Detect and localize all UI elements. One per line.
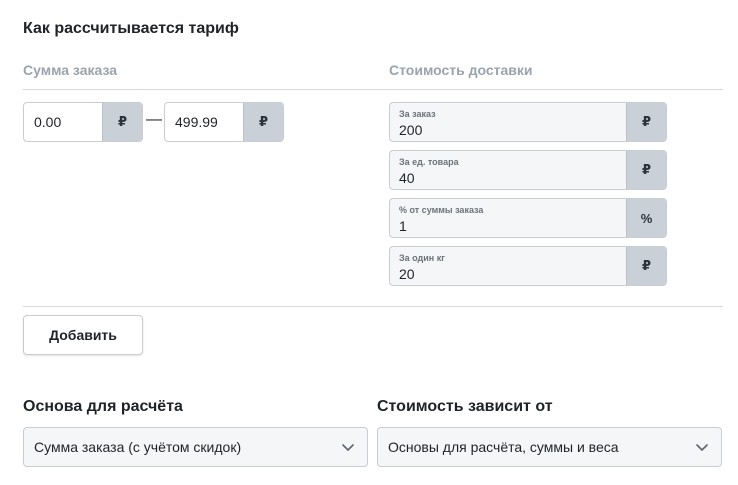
add-button[interactable]: Добавить (23, 315, 143, 355)
divider-bottom (23, 306, 723, 307)
cost-per-kg-field[interactable]: За один кг 20 ₽ (389, 246, 667, 286)
ruble-addon: ₽ (626, 151, 666, 189)
chevron-down-icon (696, 444, 708, 451)
depends-select-value: Основы для расчёта, суммы и веса (388, 439, 619, 455)
section-title: Как рассчитывается тариф (23, 20, 239, 37)
percent-addon: % (626, 199, 666, 237)
cost-per-item-field[interactable]: За ед. товара 40 ₽ (389, 150, 667, 190)
range-separator: — (146, 111, 162, 128)
delivery-cost-header: Стоимость доставки (389, 62, 533, 78)
cost-per-kg-body[interactable]: За один кг 20 (390, 247, 626, 285)
cost-per-kg-label: За один кг (399, 253, 445, 263)
cost-per-kg-value[interactable]: 20 (399, 266, 415, 282)
ruble-addon: ₽ (626, 247, 666, 285)
order-sum-header: Сумма заказа (23, 62, 118, 78)
order-sum-from-value[interactable]: 0.00 (24, 103, 102, 141)
cost-per-order-field[interactable]: За заказ 200 ₽ (389, 102, 667, 142)
ruble-addon: ₽ (626, 103, 666, 141)
ruble-addon: ₽ (243, 103, 283, 141)
order-sum-from-input[interactable]: 0.00 ₽ (23, 102, 143, 142)
order-sum-to-input[interactable]: 499.99 ₽ (164, 102, 284, 142)
cost-percent-body[interactable]: % от суммы заказа 1 (390, 199, 626, 237)
chevron-down-icon (342, 444, 354, 451)
cost-percent-value[interactable]: 1 (399, 218, 407, 234)
depends-label: Стоимость зависит от (377, 398, 553, 415)
cost-per-order-value[interactable]: 200 (399, 122, 422, 138)
order-sum-to-value[interactable]: 499.99 (165, 103, 243, 141)
cost-percent-field[interactable]: % от суммы заказа 1 % (389, 198, 667, 238)
cost-per-item-value[interactable]: 40 (399, 170, 415, 186)
cost-per-item-label: За ед. товара (399, 157, 459, 167)
cost-per-order-body[interactable]: За заказ 200 (390, 103, 626, 141)
cost-per-item-body[interactable]: За ед. товара 40 (390, 151, 626, 189)
basis-select-value: Сумма заказа (с учётом скидок) (34, 439, 242, 455)
cost-percent-label: % от суммы заказа (399, 205, 484, 215)
basis-label: Основа для расчёта (23, 398, 183, 415)
divider-top (23, 89, 723, 90)
ruble-addon: ₽ (102, 103, 142, 141)
depends-select[interactable]: Основы для расчёта, суммы и веса (377, 427, 722, 467)
cost-per-order-label: За заказ (399, 109, 436, 119)
basis-select[interactable]: Сумма заказа (с учётом скидок) (23, 427, 368, 467)
tariff-settings-panel: Как рассчитывается тариф Сумма заказа Ст… (0, 0, 738, 485)
